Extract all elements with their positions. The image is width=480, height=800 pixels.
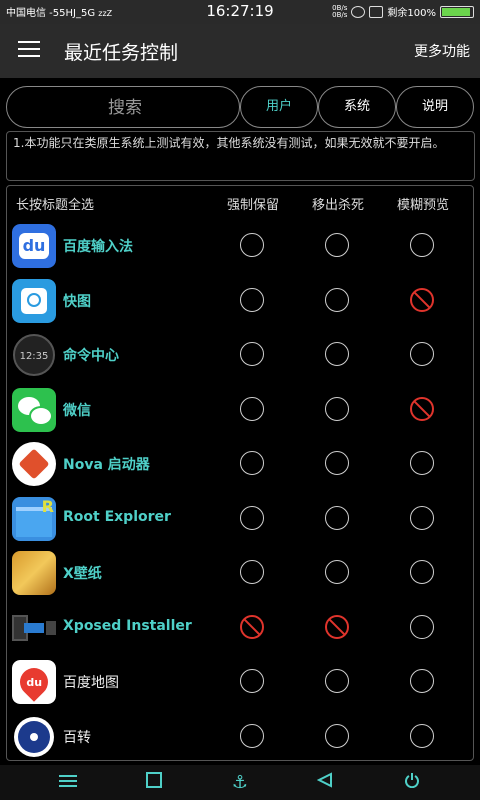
app-name: X壁纸	[63, 566, 102, 582]
blur-preview-toggle[interactable]	[410, 342, 434, 366]
status-right: 0B/s 0B/s 剩余100%	[332, 4, 474, 19]
blur-preview-toggle[interactable]	[410, 560, 434, 584]
baidu-map-icon: du	[12, 660, 56, 704]
blur-preview-toggle[interactable]	[410, 669, 434, 693]
square-icon[interactable]	[142, 771, 166, 795]
list-item[interactable]: 微信	[7, 383, 473, 437]
baidu-input-icon: du	[12, 224, 56, 268]
nova-launcher-icon	[12, 442, 56, 486]
app-name: Root Explorer	[63, 508, 171, 525]
search-box	[6, 86, 243, 129]
app-name: Xposed Installer	[63, 617, 192, 634]
blur-preview-toggle[interactable]	[410, 233, 434, 257]
col-remove-kill[interactable]: 移出杀死	[298, 194, 378, 213]
select-all-hint[interactable]: 长按标题全选	[16, 194, 94, 213]
force-keep-toggle[interactable]	[240, 287, 264, 312]
image-icon	[369, 5, 384, 18]
blur-preview-toggle[interactable]	[410, 614, 434, 639]
remove-kill-toggle[interactable]	[325, 287, 349, 312]
tab-system[interactable]: 系统	[318, 86, 396, 128]
list-item[interactable]: X壁纸	[7, 546, 473, 600]
battery-label: 剩余100%	[387, 8, 436, 19]
status-bar: 中国电信 -55HJ_5G zzZ 16:27:19 0B/s 0B/s 剩余1…	[0, 0, 480, 24]
app-name: Nova 启动器	[63, 457, 150, 473]
app-name: 百转	[63, 729, 91, 746]
force-keep-toggle[interactable]	[240, 560, 264, 584]
page-title: 最近任务控制	[64, 42, 179, 64]
list-item[interactable]: 12:35 命令中心	[7, 328, 473, 382]
remove-kill-toggle[interactable]	[325, 233, 349, 257]
blur-preview-toggle-forbidden-icon[interactable]	[410, 287, 434, 312]
root-explorer-icon: R	[12, 496, 56, 541]
app-name: 微信	[63, 402, 91, 419]
list-item[interactable]: du 百度地图	[7, 655, 473, 709]
wechat-icon	[12, 387, 56, 432]
force-keep-toggle[interactable]	[240, 396, 264, 421]
remove-kill-toggle[interactable]	[325, 342, 349, 366]
film-reel-icon	[12, 715, 56, 759]
list-item[interactable]: R Root Explorer	[7, 492, 473, 546]
battery-fill	[442, 7, 470, 16]
remove-kill-toggle[interactable]	[325, 723, 349, 748]
info-note: 1.本功能只在类原生系统上测试有效，其他系统没有测试，如果无效就不要开启。	[6, 131, 475, 181]
list-item[interactable]: 百转	[7, 710, 473, 761]
x-wallpaper-icon	[12, 551, 56, 595]
search-input[interactable]	[7, 87, 243, 129]
network-speed: 0B/s 0B/s	[332, 3, 348, 19]
app-name: 命令中心	[63, 348, 119, 364]
app-name: 快图	[63, 293, 91, 310]
blur-preview-toggle[interactable]	[410, 451, 434, 475]
back-triangle-icon[interactable]	[313, 771, 337, 795]
list-item[interactable]: Nova 启动器	[7, 437, 473, 491]
menu-icon[interactable]	[18, 41, 40, 59]
tab-user[interactable]: 用户	[240, 86, 318, 128]
remove-kill-toggle-forbidden-icon[interactable]	[325, 614, 349, 639]
alarm-icon	[351, 5, 366, 18]
remove-kill-toggle[interactable]	[325, 560, 349, 584]
tab-help[interactable]: 说明	[396, 86, 474, 128]
more-functions-button[interactable]: 更多功能	[414, 41, 470, 61]
list-item[interactable]: du 百度输入法	[7, 219, 473, 273]
nav-bar: ⚓	[0, 765, 480, 800]
col-force-keep[interactable]: 强制保留	[213, 194, 293, 213]
remove-kill-toggle[interactable]	[325, 451, 349, 475]
list-item[interactable]: 快图	[7, 274, 473, 328]
quickpic-icon	[12, 278, 56, 323]
list-header: 长按标题全选 强制保留 移出杀死 模糊预览	[7, 186, 473, 218]
remove-kill-toggle[interactable]	[325, 396, 349, 421]
blur-preview-toggle[interactable]	[410, 505, 434, 530]
blur-preview-toggle[interactable]	[410, 723, 434, 748]
power-icon[interactable]	[400, 771, 424, 795]
list-item[interactable]: Xposed Installer	[7, 601, 473, 655]
app-bar: 最近任务控制 更多功能	[0, 24, 480, 78]
app-name: 百度地图	[63, 675, 119, 691]
xposed-icon	[12, 606, 56, 650]
anchor-icon[interactable]: ⚓	[228, 771, 252, 795]
force-keep-toggle[interactable]	[240, 342, 264, 366]
force-keep-toggle[interactable]	[240, 451, 264, 475]
col-blur-preview[interactable]: 模糊预览	[383, 194, 463, 213]
battery-icon	[440, 5, 474, 18]
app-name: 百度输入法	[63, 239, 133, 255]
force-keep-toggle[interactable]	[240, 723, 264, 748]
force-keep-toggle[interactable]	[240, 505, 264, 530]
clock-icon: 12:35	[12, 333, 56, 377]
menu-icon[interactable]	[56, 771, 80, 795]
search-row: 用户 系统 说明	[6, 86, 474, 129]
force-keep-toggle[interactable]	[240, 233, 264, 257]
remove-kill-toggle[interactable]	[325, 669, 349, 693]
app-list: 长按标题全选 强制保留 移出杀死 模糊预览 du 百度输入法快图 12:35 命令中心…	[6, 185, 474, 761]
force-keep-toggle[interactable]	[240, 669, 264, 693]
remove-kill-toggle[interactable]	[325, 505, 349, 530]
force-keep-toggle-forbidden-icon[interactable]	[240, 614, 264, 639]
blur-preview-toggle-forbidden-icon[interactable]	[410, 396, 434, 421]
